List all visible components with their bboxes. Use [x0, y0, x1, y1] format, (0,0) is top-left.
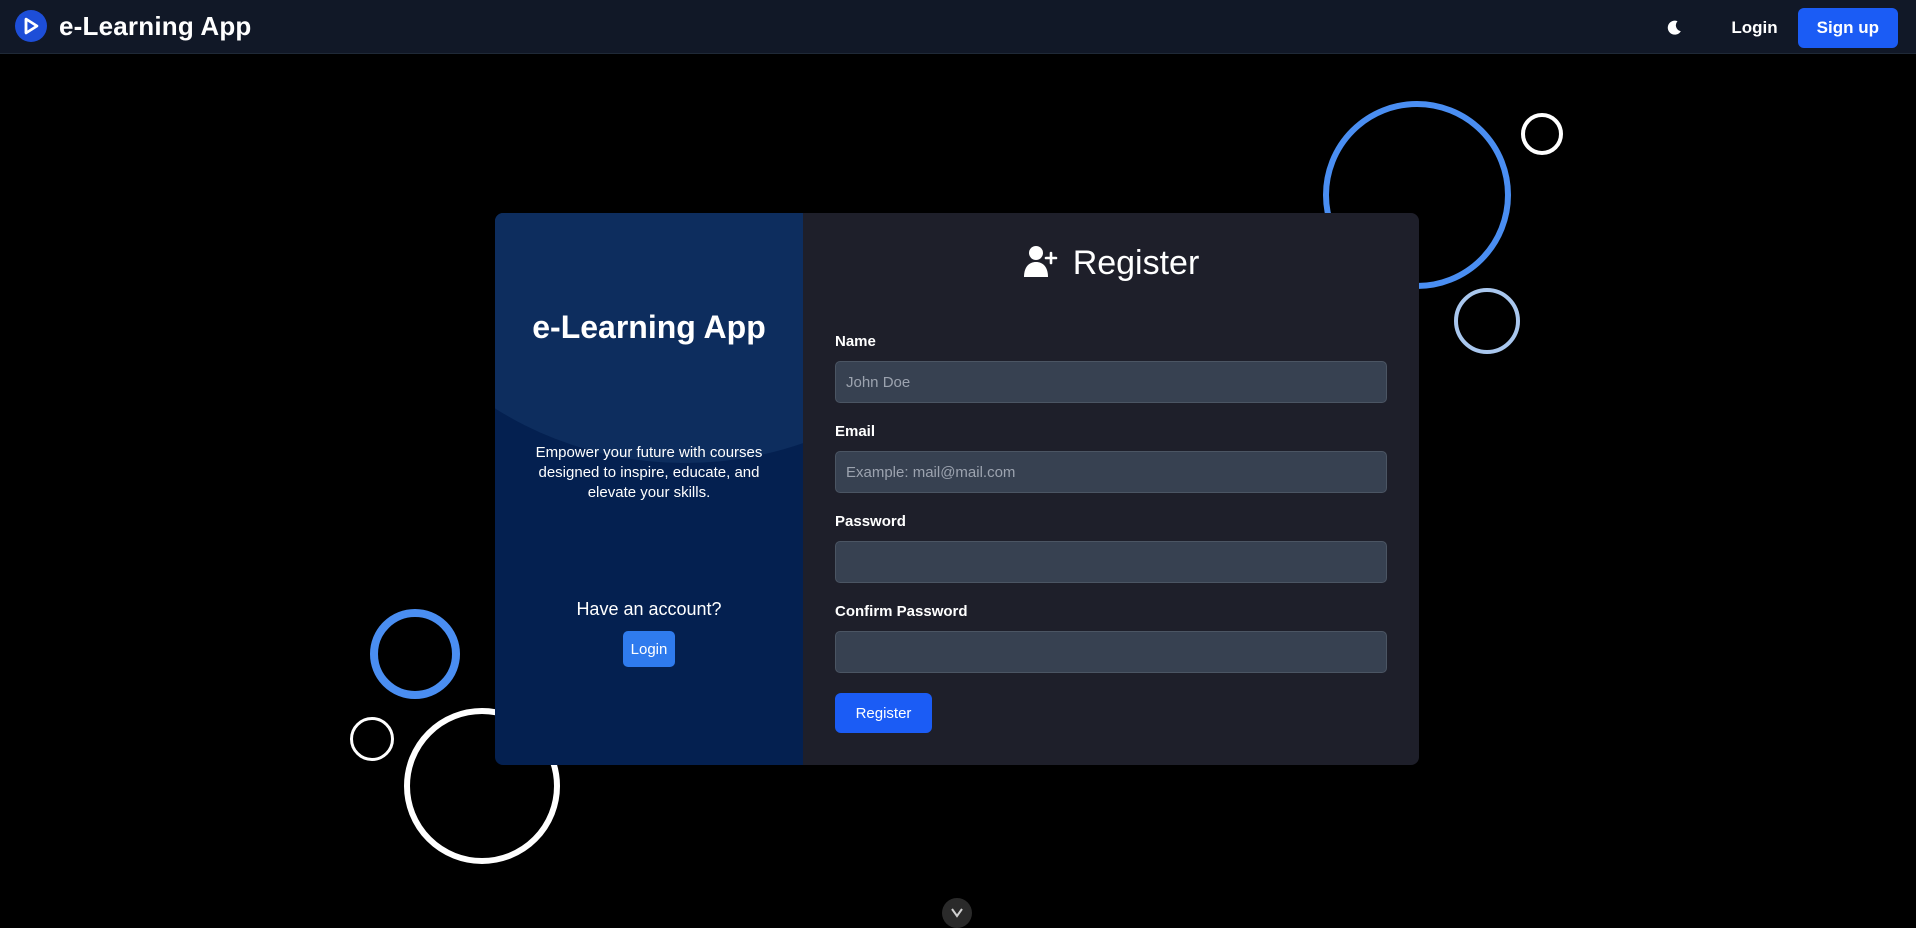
nav-login-link[interactable]: Login	[1731, 18, 1777, 38]
brand-name: e-Learning App	[59, 10, 252, 41]
email-input[interactable]	[835, 451, 1387, 493]
name-label: Name	[835, 333, 876, 350]
brand-link[interactable]: e-Learning App	[15, 10, 252, 42]
top-navbar: e-Learning App Login Sign up	[0, 0, 1916, 54]
decor-circle-blue-left	[370, 609, 460, 699]
welcome-tagline: Empower your future with courses designe…	[535, 444, 763, 501]
register-form: Register Name Email Password Confirm Pas…	[803, 213, 1419, 765]
app-logo-icon	[15, 10, 47, 42]
register-submit-button[interactable]: Register	[835, 693, 932, 733]
user-plus-icon	[1023, 243, 1059, 284]
welcome-panel: e-Learning App Empower your future with …	[495, 213, 803, 765]
name-input[interactable]	[835, 361, 1387, 403]
decor-circle-small-white-left	[350, 717, 394, 761]
nav-signup-button[interactable]: Sign up	[1797, 8, 1898, 48]
password-label: Password	[835, 513, 906, 530]
register-card: e-Learning App Empower your future with …	[495, 213, 1419, 765]
moon-icon[interactable]	[1663, 17, 1685, 39]
email-label: Email	[835, 423, 876, 440]
password-input[interactable]	[835, 541, 1387, 583]
have-account-text: Have an account?	[576, 599, 722, 619]
confirm-password-input[interactable]	[835, 631, 1387, 673]
register-header: Register	[803, 243, 1419, 284]
decor-circle-light-blue	[1454, 288, 1520, 354]
decor-circle-small-white	[1521, 113, 1563, 155]
panel-login-button[interactable]: Login	[623, 631, 675, 667]
register-title: Register	[1072, 244, 1200, 282]
confirm-password-label: Confirm Password	[835, 603, 968, 620]
welcome-title: e-Learning App	[532, 309, 766, 345]
